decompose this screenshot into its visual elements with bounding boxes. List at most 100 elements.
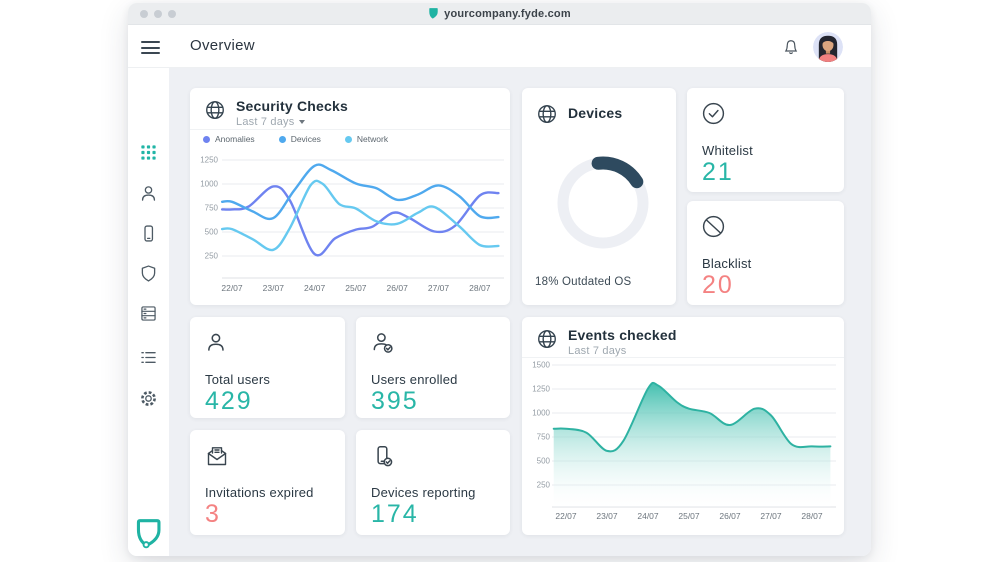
metric-label: Blacklist	[702, 256, 751, 271]
address-display: yourcompany.fyde.com	[428, 7, 571, 20]
svg-text:1500: 1500	[532, 361, 550, 370]
svg-text:1000: 1000	[200, 180, 218, 189]
svg-text:22/07: 22/07	[555, 511, 577, 521]
svg-text:25/07: 25/07	[345, 283, 367, 293]
donut-caption: 18% Outdated OS	[535, 276, 631, 288]
events-checked-card: Events checked Last 7 days 1500 1250 1000 7…	[522, 317, 844, 535]
sidebar-item-devices[interactable]	[128, 216, 169, 250]
legend-dot	[279, 136, 286, 143]
svg-text:22/07: 22/07	[221, 283, 243, 293]
device-check-icon	[370, 443, 396, 469]
svg-text:750: 750	[537, 433, 551, 442]
svg-text:500: 500	[205, 228, 219, 237]
globe-icon	[536, 328, 558, 350]
user-icon	[204, 330, 230, 356]
metric-value: 395	[371, 387, 419, 416]
divider	[190, 129, 510, 130]
gear-icon	[138, 388, 159, 409]
fyde-logo[interactable]	[134, 517, 163, 550]
envelope-expired-icon	[204, 443, 230, 469]
server-rack-icon	[138, 303, 159, 324]
apps-grid-icon	[139, 143, 158, 162]
svg-text:26/07: 26/07	[387, 283, 409, 293]
svg-text:23/07: 23/07	[596, 511, 618, 521]
svg-text:750: 750	[205, 204, 219, 213]
card-title: Devices	[568, 106, 622, 121]
metric-value: 174	[371, 500, 419, 529]
window-titlebar: yourcompany.fyde.com	[128, 3, 871, 25]
window-minimize-button[interactable]	[154, 10, 162, 18]
chart-legend: Anomalies Devices Network	[203, 134, 388, 144]
metric-value: 429	[205, 387, 253, 416]
notifications-bell-icon[interactable]	[781, 36, 801, 58]
svg-text:1000: 1000	[532, 409, 550, 418]
chevron-down-icon	[299, 120, 305, 124]
svg-text:250: 250	[537, 481, 551, 490]
fyde-shield-icon	[428, 7, 439, 20]
user-avatar[interactable]	[813, 32, 843, 62]
svg-text:23/07: 23/07	[263, 283, 285, 293]
card-title: Events checked	[568, 328, 677, 343]
security-line-chart: 1250100075050025022/0723/0724/0725/0726/…	[190, 146, 510, 298]
svg-text:24/07: 24/07	[304, 283, 326, 293]
globe-icon	[536, 103, 558, 125]
user-check-icon	[370, 330, 396, 356]
fyde-logo-icon	[134, 517, 163, 550]
legend-dot	[345, 136, 352, 143]
svg-text:25/07: 25/07	[678, 511, 700, 521]
sidebar-item-apps-grid[interactable]	[128, 135, 169, 169]
sidebar-item-users[interactable]	[128, 176, 169, 210]
check-circle-icon	[701, 101, 726, 126]
metric-value: 3	[205, 500, 221, 529]
security-range-select[interactable]: Last 7 days	[236, 116, 348, 128]
metric-label: Whitelist	[702, 143, 753, 158]
app-body: Security Checks Last 7 days Anomalies Dev…	[128, 68, 871, 556]
slash-circle-icon	[701, 214, 726, 239]
card-subtitle: Last 7 days	[568, 345, 677, 357]
mobile-device-icon	[138, 223, 159, 244]
app-topbar: Overview	[128, 25, 871, 68]
sidebar-item-security[interactable]	[128, 256, 169, 290]
metric-label: Invitations expired	[205, 485, 314, 500]
svg-text:1250: 1250	[532, 385, 550, 394]
shield-icon	[138, 263, 159, 284]
svg-text:24/07: 24/07	[637, 511, 659, 521]
legend-item-devices: Devices	[279, 134, 321, 144]
invitations-expired-card: Invitations expired 3	[190, 430, 345, 535]
sidebar-item-settings[interactable]	[128, 381, 169, 415]
menu-icon[interactable]	[141, 41, 160, 58]
metric-value: 21	[702, 158, 734, 187]
card-title: Security Checks	[236, 99, 348, 114]
sidebar-item-servers[interactable]	[128, 296, 169, 330]
divider	[522, 357, 844, 358]
total-users-card: Total users 429	[190, 317, 345, 418]
globe-icon	[204, 99, 226, 121]
svg-text:28/07: 28/07	[469, 283, 491, 293]
events-area-chart: 1500 1250 1000 750 500 250 22/07 23/07 24/07 25/0…	[522, 361, 844, 531]
svg-text:26/07: 26/07	[719, 511, 741, 521]
devices-card: Devices 18% Outdated OS	[522, 88, 676, 305]
legend-item-anomalies: Anomalies	[203, 134, 255, 144]
whitelist-card: Whitelist 21	[687, 88, 844, 192]
devices-donut-chart	[522, 124, 676, 284]
sidebar-item-logs[interactable]	[128, 340, 169, 374]
list-icon	[138, 347, 159, 368]
svg-text:500: 500	[537, 457, 551, 466]
user-icon	[138, 183, 159, 204]
metric-label: Users enrolled	[371, 372, 458, 387]
legend-item-network: Network	[345, 134, 388, 144]
blacklist-card: Blacklist 20	[687, 201, 844, 305]
security-checks-card: Security Checks Last 7 days Anomalies Dev…	[190, 88, 510, 305]
svg-text:27/07: 27/07	[428, 283, 450, 293]
window-controls	[140, 10, 176, 18]
svg-text:1250: 1250	[200, 156, 218, 165]
browser-window: yourcompany.fyde.com Overview	[128, 3, 871, 556]
window-zoom-button[interactable]	[168, 10, 176, 18]
metric-value: 20	[702, 271, 734, 300]
metric-label: Devices reporting	[371, 485, 476, 500]
users-enrolled-card: Users enrolled 395	[356, 317, 510, 418]
window-close-button[interactable]	[140, 10, 148, 18]
page: yourcompany.fyde.com Overview	[0, 0, 1000, 562]
page-title: Overview	[190, 37, 255, 54]
legend-dot	[203, 136, 210, 143]
